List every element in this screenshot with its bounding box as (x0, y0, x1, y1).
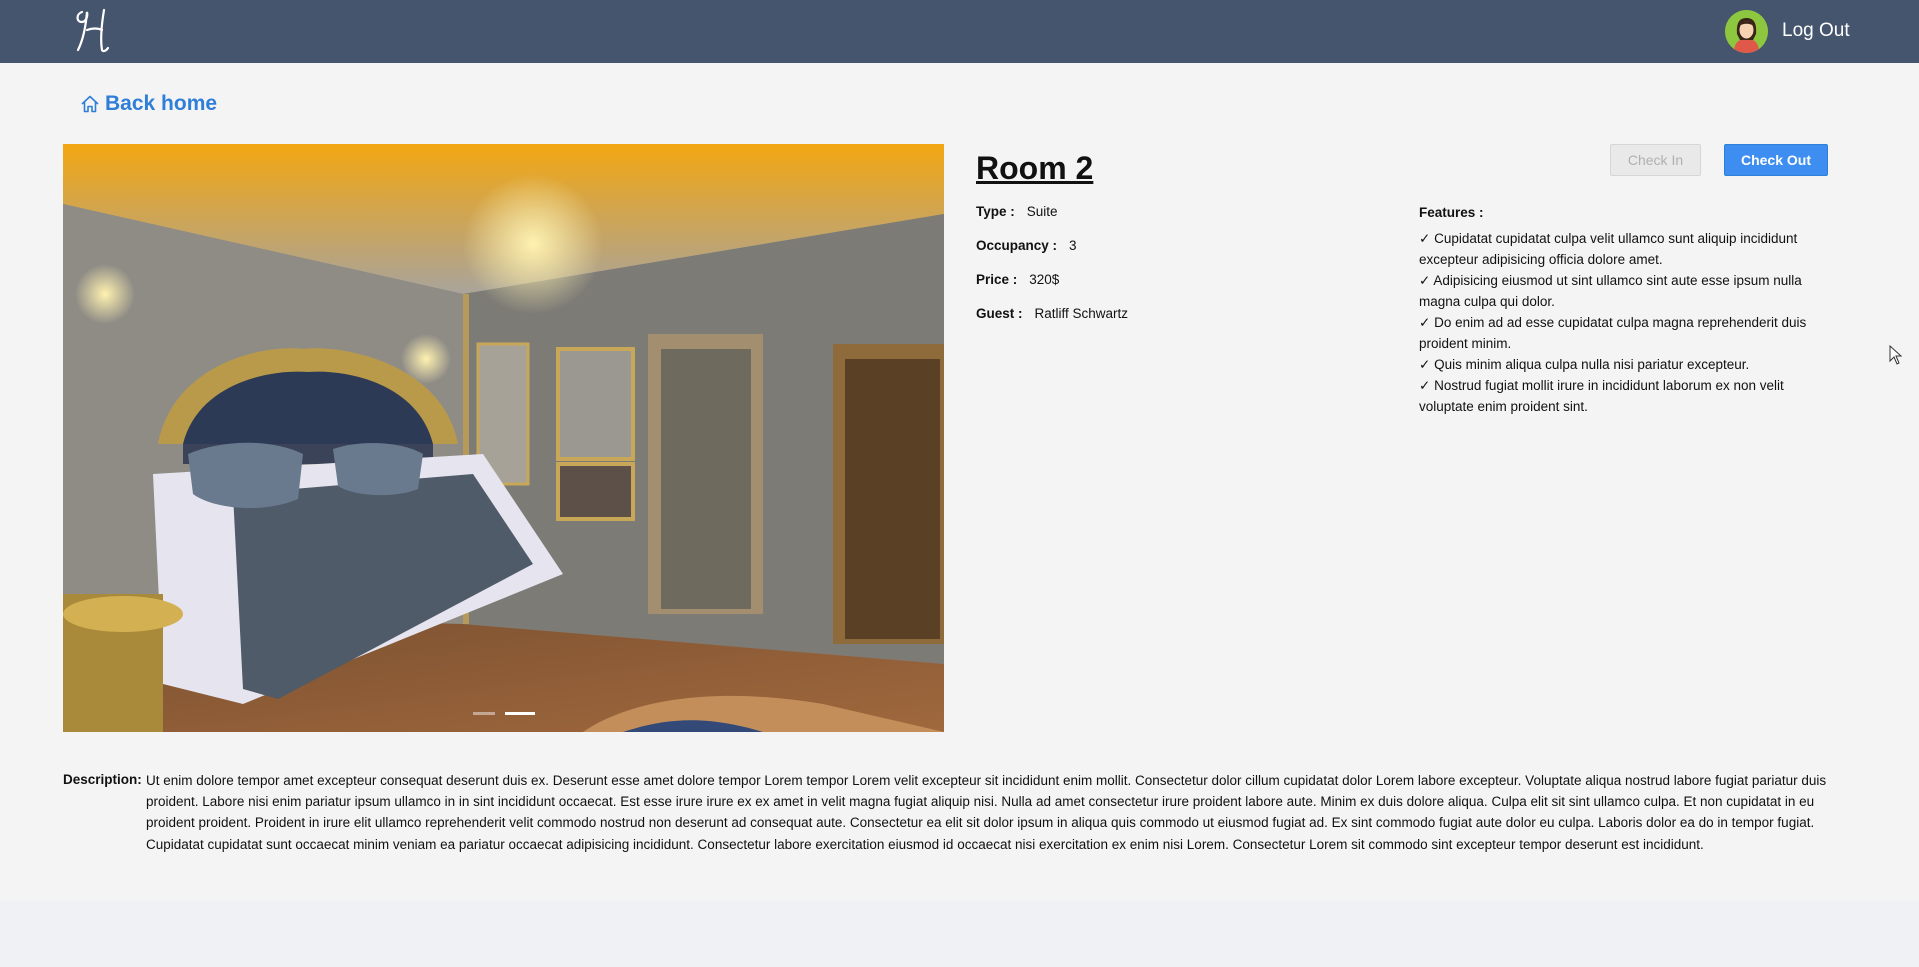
check-icon: ✓ (1419, 315, 1431, 330)
check-icon: ✓ (1419, 273, 1431, 288)
feature-text: Nostrud fugiat mollit irure in incididun… (1419, 378, 1784, 414)
logout-link[interactable]: Log Out (1782, 20, 1850, 42)
cursor-icon (1889, 345, 1903, 365)
detail-value: Suite (1026, 204, 1058, 219)
description-text: Ut enim dolore tempor amet excepteur con… (146, 773, 1827, 852)
detail-label: Occupancy : (976, 238, 1058, 253)
carousel-indicators (473, 712, 535, 715)
feature-item: ✓ Nostrud fugiat mollit irure in incidid… (1419, 375, 1839, 417)
feature-item: ✓ Adipisicing eiusmod ut sint ullamco si… (1419, 270, 1839, 312)
back-home-label: Back home (105, 92, 218, 115)
feature-text: Cupidatat cupidatat culpa velit ullamco … (1419, 231, 1798, 267)
carousel-dot-active[interactable] (505, 712, 535, 715)
feature-item: ✓ Cupidatat cupidatat culpa velit ullamc… (1419, 228, 1839, 270)
detail-label: Price : (976, 272, 1018, 287)
check-out-button[interactable]: Check Out (1724, 144, 1828, 176)
check-in-button[interactable]: Check In (1610, 144, 1701, 176)
carousel-dot[interactable] (473, 712, 495, 715)
check-icon: ✓ (1419, 357, 1431, 372)
check-icon: ✓ (1419, 231, 1431, 246)
room-photo-carousel[interactable] (63, 144, 944, 732)
feature-item: ✓ Quis minim aliqua culpa nulla nisi par… (1419, 354, 1839, 375)
detail-value: 3 (1069, 238, 1077, 253)
room-photo (63, 144, 944, 732)
detail-label: Type : (976, 204, 1015, 219)
features-list: Features : ✓ Cupidatat cupidatat culpa v… (1419, 202, 1839, 417)
detail-label: Guest : (976, 306, 1023, 321)
detail-row-occupancy: Occupancy : 3 (976, 238, 1128, 272)
detail-row-type: Type : Suite (976, 204, 1128, 238)
room-title: Room 2 (976, 150, 1094, 186)
feature-text: Quis minim aliqua culpa nulla nisi paria… (1434, 357, 1750, 372)
feature-text: Adipisicing eiusmod ut sint ullamco sint… (1419, 273, 1802, 309)
detail-row-price: Price : 320$ (976, 272, 1128, 306)
back-home-link[interactable]: Back home (80, 92, 217, 116)
detail-value: 320$ (1029, 272, 1060, 287)
detail-row-guest: Guest : Ratliff Schwartz (976, 306, 1128, 340)
check-icon: ✓ (1419, 378, 1431, 393)
home-icon (81, 95, 99, 113)
features-title: Features : (1419, 205, 1484, 220)
detail-value: Ratliff Schwartz (1034, 306, 1129, 321)
logo-icon[interactable] (72, 4, 112, 56)
room-details: Type : Suite Occupancy : 3 Price : 320$ … (976, 204, 1128, 340)
feature-item: ✓ Do enim ad ad esse cupidatat culpa mag… (1419, 312, 1839, 354)
top-navbar: Log Out (0, 0, 1919, 63)
feature-text: Do enim ad ad esse cupidatat culpa magna… (1419, 315, 1807, 351)
avatar[interactable] (1725, 10, 1768, 53)
room-detail-page: Back home Room 2 Type: Suite Occupancy … (0, 63, 1919, 901)
description-label: Description: (63, 772, 142, 787)
